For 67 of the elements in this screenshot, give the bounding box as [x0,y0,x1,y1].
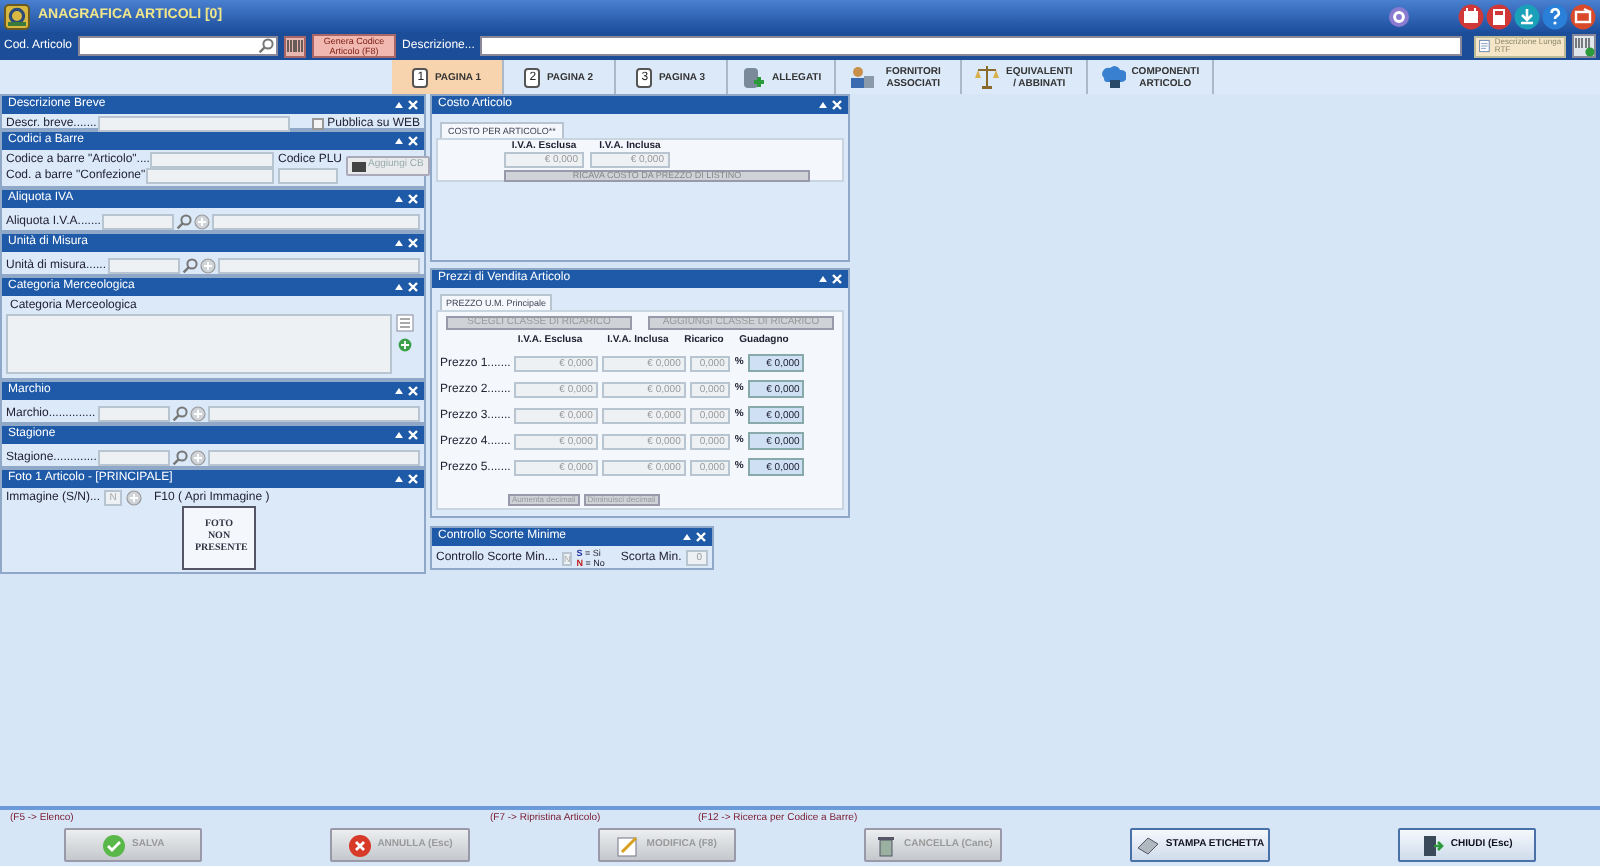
close-icon [408,194,418,204]
input-field[interactable] [78,36,279,56]
pin-icon [394,386,404,396]
people-icon [847,64,874,90]
settings-icon [1388,5,1410,27]
pin-icon [682,532,692,542]
add-icon [126,490,143,506]
pin-icon [394,136,404,146]
trash-icon [874,833,899,857]
close-icon [832,274,842,284]
search-icon [182,258,199,274]
app-logo-icon [4,3,30,29]
close-icon [408,474,418,484]
door-exit-icon [1420,833,1445,857]
input-field[interactable] [208,450,420,466]
search-icon [258,38,275,54]
input-field[interactable] [108,258,181,274]
document-icon [1478,38,1491,54]
close-icon [408,136,418,146]
search-icon [171,406,188,422]
pin-icon [394,100,404,110]
add-icon [398,338,412,352]
pin-icon [394,474,404,484]
exit-icon [1570,3,1596,29]
close-icon [408,100,418,110]
calculator-icon [1486,3,1512,29]
label-printer-icon [1135,833,1160,857]
input-field[interactable] [102,214,175,230]
input-field[interactable] [207,406,420,422]
notepad-icon [616,833,641,857]
cancel-icon [347,833,372,857]
input-field[interactable] [480,36,1462,56]
calendar-icon [1458,3,1484,29]
input-field[interactable] [149,152,274,168]
pin-icon [394,282,404,292]
pin-icon [394,430,404,440]
close-icon [408,386,418,396]
search-icon [172,450,189,466]
add-icon [189,406,206,422]
pin-icon [394,238,404,248]
pin-icon [394,194,404,204]
close-icon [832,100,842,110]
input-field[interactable] [98,116,290,132]
help-icon [1542,3,1568,29]
pin-icon [818,274,828,284]
input-field[interactable] [145,168,274,184]
input-field[interactable] [98,450,171,466]
close-icon [408,238,418,248]
input-field[interactable] [212,214,420,230]
add-icon [190,450,207,466]
check-icon [102,833,127,857]
close-icon [408,282,418,292]
barcode-generator-button[interactable] [284,35,307,57]
list-box[interactable] [6,314,392,374]
download-icon [1514,3,1540,29]
input-field[interactable] [218,258,420,274]
add-icon [200,258,217,274]
scale-icon [973,64,1000,90]
checkbox[interactable] [311,118,324,130]
list-icon [396,314,414,332]
input-field[interactable] [97,406,170,422]
close-icon [408,430,418,440]
input-field[interactable] [278,168,338,184]
search-icon [176,214,193,230]
close-icon [696,532,706,542]
add-icon [194,214,211,230]
pin-icon [818,100,828,110]
